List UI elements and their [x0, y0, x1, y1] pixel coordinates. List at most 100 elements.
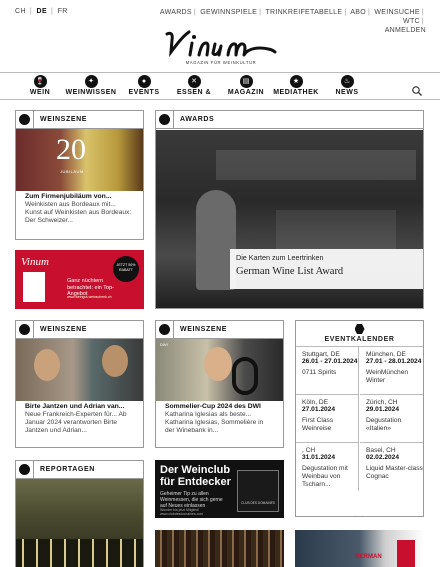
article-card-weinszene-2[interactable]: WEINSZENE Birte Jantzen und Adrian van..… — [15, 320, 144, 448]
article-title[interactable]: Birte Jantzen und Adrian van... — [25, 403, 134, 411]
event-name: First Class Weinreise — [302, 417, 334, 432]
event-name: Degustation «Italien» — [366, 417, 402, 432]
event-item[interactable]: Stuttgart, DE 26.01 - 27.01.2024 0711 Sp… — [296, 347, 359, 395]
nav-label-essen: ESSEN & — [176, 89, 212, 96]
balloon-icon: ● — [137, 75, 151, 88]
nav-item-news[interactable]: ♨ NEWS — [330, 73, 364, 100]
article-card-weinszene-1[interactable]: WEINSZENE 20 JUBILÄUM Zum Firmenjubiläum… — [15, 110, 144, 240]
flame-icon — [19, 324, 30, 335]
event-place: Zürich, CH — [366, 399, 398, 406]
nav-item-events[interactable]: ● EVENTS — [124, 73, 164, 100]
magazine-icon: ▤ — [239, 75, 253, 88]
article-teaser: Weinkisten aus Bordeaux mit... Kunst auf… — [25, 201, 132, 224]
flame-icon: ♨ — [340, 75, 354, 88]
main-navigation: 🍷 WEIN ✦ WEINWISSEN ● EVENTS ✕ ESSEN & ▤… — [0, 72, 440, 100]
flame-icon — [159, 324, 170, 335]
top-link-wtc[interactable]: WTC — [403, 18, 420, 25]
top-link-abo[interactable]: ABO — [350, 9, 366, 16]
event-item[interactable]: Zürich, CH 29.01.2024 Degustation «Itali… — [360, 395, 423, 443]
article-title[interactable]: Sommelier-Cup 2024 des DWI — [165, 403, 274, 411]
top-link-awards[interactable]: AWARDS — [160, 9, 192, 16]
article-card-reportagen[interactable]: REPORTAGEN — [15, 460, 144, 567]
nav-label-events: EVENTS — [128, 89, 160, 96]
logo-tagline: MAGAZIN FÜR WEINKULTUR — [185, 60, 257, 65]
top-bar: CH | DE | FR AWARDS | GEWINNSPIELE | TRINKRE… — [0, 0, 440, 34]
event-dates: 26.01 - 27.01.2024 — [302, 358, 358, 365]
nav-label-mediathek: MEDIATHEK — [273, 89, 319, 96]
nav-label-weinwissen: WEINWISSEN — [65, 89, 117, 96]
weinclub-ad[interactable]: Der Weinclub für Entdecker Geheimer Tip … — [155, 460, 284, 518]
nav-item-weinwissen[interactable]: ✦ WEINWISSEN — [62, 73, 120, 100]
promo-box-image — [23, 272, 45, 302]
nav-item-essen[interactable]: ✕ ESSEN & — [174, 73, 214, 100]
nav-label-news: NEWS — [335, 89, 359, 96]
promo-logo: Vinum — [21, 256, 49, 268]
nav-label-wein: WEIN — [29, 89, 51, 96]
flame-icon — [19, 114, 30, 125]
nav-label-magazin: MAGAZIN — [227, 89, 265, 96]
weinclub-footer: Wunder bis jetzt Mitglied! www.clubdesdo… — [160, 508, 204, 516]
event-calendar-header: EVENTKALENDER — [296, 321, 423, 347]
lang-fr[interactable]: FR — [58, 8, 68, 15]
event-dates: 29.01.2024 — [366, 406, 400, 413]
card-category: WEINSZENE — [40, 116, 88, 123]
nav-item-wein[interactable]: 🍷 WEIN — [22, 73, 58, 100]
language-switcher: CH | DE | FR — [15, 8, 68, 15]
card-header: AWARDS — [156, 111, 423, 129]
chevron-down-icon[interactable] — [354, 508, 364, 516]
search-icon[interactable] — [411, 84, 423, 96]
promo-url: www.weingut-weinschenk.ch — [67, 295, 112, 299]
card-category: WEINSZENE — [40, 326, 88, 333]
article-teaser: Katharina Iglesias als beste... Katharin… — [165, 411, 264, 434]
event-dates: 27.01 - 28.01.2024 — [366, 358, 422, 365]
event-name: Liquid Master-class Cognac — [366, 465, 423, 480]
article-image — [16, 479, 143, 567]
lang-ch[interactable]: CH — [15, 8, 26, 15]
awards-overlay[interactable]: Die Karten zum Leertrinken German Wine L… — [230, 249, 423, 289]
event-item[interactable]: München, DE 27.01 - 28.01.2024 WeinMünch… — [360, 347, 423, 395]
club-des-domaines-box: CLUB DES DOMAINES — [237, 470, 279, 512]
nav-item-mediathek[interactable]: ★ MEDIATHEK — [272, 73, 320, 100]
top-link-gewinnspiele[interactable]: GEWINNSPIELE — [200, 9, 257, 16]
vinum-logo[interactable] — [163, 28, 279, 62]
top-link-weinsuche[interactable]: WEINSUCHE — [374, 9, 419, 16]
cellar-image[interactable] — [155, 530, 284, 567]
awards-title: German Wine List Award — [236, 266, 344, 277]
german-wine-image[interactable]: GERMAN — [295, 530, 424, 567]
event-dates: 31.01.2024 — [302, 454, 336, 461]
card-category: REPORTAGEN — [40, 466, 95, 473]
card-header: WEINSZENE — [156, 321, 283, 339]
awards-subtitle: Die Karten zum Leertrinken — [236, 253, 324, 262]
promo-badge: JETZT 50% RABATT — [113, 256, 139, 282]
event-item[interactable]: Köln, DE 27.01.2024 First Class Weinreis… — [296, 395, 359, 443]
anniversary-label: JUBILÄUM — [60, 169, 84, 174]
weinclub-brand: CLUB DES DOMAINES — [241, 501, 275, 505]
promo-banner[interactable]: Vinum Ganz nüchtern betrachtet: ein Top-… — [15, 250, 144, 309]
event-place: Köln, DE — [302, 399, 329, 406]
weinclub-title: Der Weinclub für Entdecker — [160, 464, 231, 488]
wine-glass-icon: 🍷 — [33, 75, 47, 88]
card-header: REPORTAGEN — [16, 461, 143, 479]
event-calendar-title: EVENTKALENDER — [324, 336, 395, 343]
card-header: WEINSZENE — [16, 321, 143, 339]
event-item[interactable]: Basel, CH 02.02.2024 Liquid Master-class… — [360, 443, 423, 491]
event-dates: 27.01.2024 — [302, 406, 336, 413]
event-item[interactable]: , CH 31.01.2024 Degustation mit Weinbau … — [296, 443, 359, 491]
card-category: AWARDS — [180, 116, 215, 123]
grape-icon: ✦ — [84, 75, 98, 88]
top-link-anmelden[interactable]: ANMELDEN — [385, 27, 426, 34]
flame-icon — [19, 464, 30, 475]
hexagon-icon — [354, 324, 365, 334]
event-name: Degustation mit Weinbau von Tscharn... — [302, 465, 348, 488]
article-title[interactable]: Zum Firmenjubiläum von... — [25, 193, 134, 201]
lang-de[interactable]: DE — [37, 8, 48, 15]
card-header: WEINSZENE — [16, 111, 143, 129]
article-card-weinszene-3[interactable]: WEINSZENE DWI Sommelier-Cup 2024 des DWI… — [155, 320, 284, 448]
top-link-trinkreifetabelle[interactable]: TRINKREIFETABELLE — [265, 9, 342, 16]
event-name: WeinMünchen Winter — [366, 369, 409, 384]
article-image: DWI — [156, 339, 283, 401]
balloon-icon — [159, 114, 170, 125]
event-place: München, DE — [366, 351, 406, 358]
nav-item-magazin[interactable]: ▤ MAGAZIN — [224, 73, 268, 100]
event-name: 0711 Spirits — [302, 369, 337, 376]
